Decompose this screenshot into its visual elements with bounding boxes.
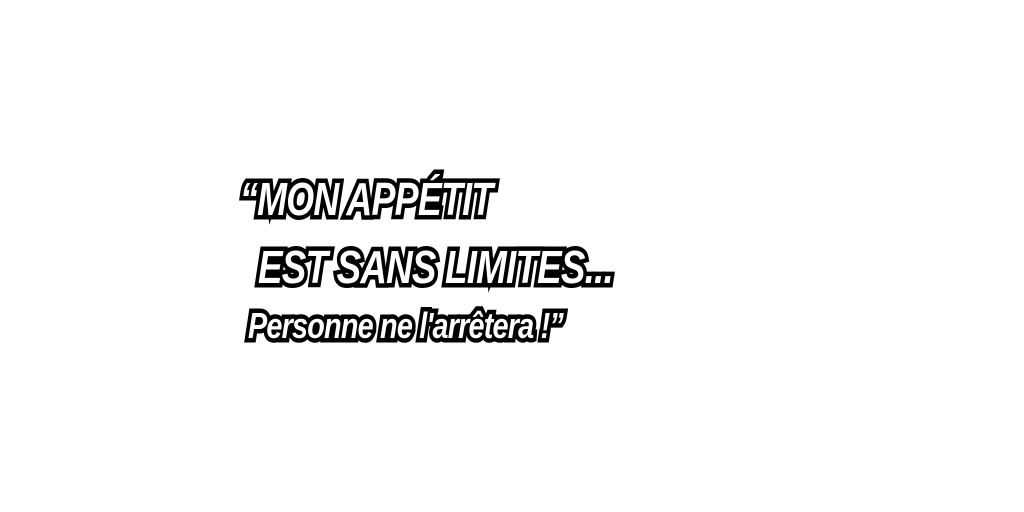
quote-line-3: Personne ne l'arrêtera !” (244, 301, 567, 351)
quote-line-2: EST SANS LIMITES... (254, 237, 617, 298)
quote-line-1: “MON APPÉTIT (236, 169, 496, 230)
quote-block: “MON APPÉTIT EST SANS LIMITES... Personn… (0, 0, 1024, 512)
